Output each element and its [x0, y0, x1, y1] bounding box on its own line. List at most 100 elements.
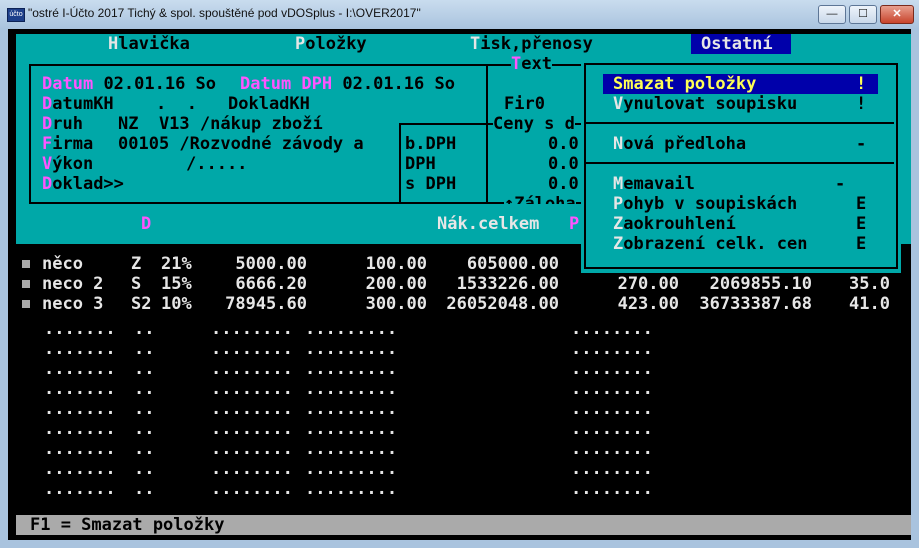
- empty-cell: ........: [211, 379, 293, 399]
- menu-hlavicka[interactable]: Hlavička: [108, 34, 190, 54]
- col-nak-cena[interactable]: Nák.Cena: [327, 214, 409, 234]
- empty-cell: ........: [211, 479, 293, 499]
- empty-cell: .........: [305, 479, 398, 499]
- row-code: S: [131, 274, 142, 294]
- empty-cell: ..: [134, 319, 155, 339]
- maximize-button[interactable]: ☐: [849, 5, 877, 24]
- row-c8: 2069855.10: [709, 274, 812, 294]
- doklad-kh-field[interactable]: DokladKH: [228, 94, 310, 114]
- row-c8: 36733387.68: [699, 294, 812, 314]
- window-frame-right: [911, 29, 919, 548]
- druh-value[interactable]: NZ V13 /nákup zboží: [118, 114, 323, 134]
- row-code: S2: [131, 294, 152, 314]
- dph-value: 0.0: [548, 154, 579, 174]
- row-total: 1533226.00: [456, 274, 559, 294]
- menu-item-zobrazeni-celk-cen[interactable]: Zobrazení celk. cen: [613, 234, 807, 254]
- menu-item-flag: E: [856, 214, 867, 234]
- window-title: "ostré I-Účto 2017 Tichý & spol. spouště…: [28, 6, 421, 20]
- col-mnozstvi[interactable]: Množství: [207, 214, 289, 234]
- datum-kh-field[interactable]: DatumKH: [42, 94, 114, 114]
- empty-cell: ........: [211, 339, 293, 359]
- druh-field[interactable]: Druh: [42, 114, 83, 134]
- col-nak-celkem[interactable]: Nák.celkem: [437, 214, 539, 234]
- empty-cell: .........: [305, 439, 398, 459]
- row-name: neco 3: [42, 294, 104, 314]
- empty-cell: ........: [571, 399, 653, 419]
- app-icon: účto: [7, 8, 25, 22]
- menu-item-flag: -: [856, 134, 867, 154]
- window-frame-left: [0, 29, 8, 548]
- row-name: neco 2: [42, 274, 104, 294]
- datum-dph-field[interactable]: Datum DPH 02.01.16 So: [240, 74, 455, 94]
- empty-cell: .......: [44, 419, 116, 439]
- empty-cell: .......: [44, 459, 116, 479]
- empty-cell: ..: [134, 359, 155, 379]
- col-popis[interactable]: Popis>>>: [42, 214, 124, 234]
- vykon-value[interactable]: /.....: [186, 154, 247, 174]
- row-bullet-icon: [22, 280, 30, 288]
- empty-cell: ..: [134, 419, 155, 439]
- row-name: něco: [42, 254, 83, 274]
- empty-cell: .......: [44, 479, 116, 499]
- menu-item-pohyb-v-soupiskach[interactable]: Pohyb v soupiskách: [613, 194, 797, 214]
- empty-cell: ..: [134, 379, 155, 399]
- empty-cell: ........: [211, 399, 293, 419]
- row-c7: 423.00: [617, 294, 679, 314]
- window-titlebar[interactable]: účto "ostré I-Účto 2017 Tichý & spol. sp…: [0, 0, 919, 29]
- menu-item-flag: !: [856, 94, 867, 114]
- menu-tisk[interactable]: Tisk,přenosy: [470, 34, 593, 54]
- empty-cell: ..: [134, 439, 155, 459]
- row-c7: 270.00: [617, 274, 679, 294]
- empty-cell: .........: [305, 399, 398, 419]
- close-button[interactable]: ✕: [880, 5, 914, 24]
- sdph-value: 0.0: [548, 174, 579, 194]
- empty-cell: .......: [44, 319, 116, 339]
- menu-item-zaokrouhleni[interactable]: Zaokrouhlení: [613, 214, 736, 234]
- empty-cell: ........: [571, 439, 653, 459]
- col-p[interactable]: P: [569, 214, 579, 234]
- header-bullet-icon: [22, 221, 30, 229]
- menu-polozky[interactable]: Položky: [295, 34, 367, 54]
- menu-item-flag: E: [856, 194, 867, 214]
- empty-cell: .......: [44, 339, 116, 359]
- empty-cell: ..: [134, 479, 155, 499]
- row-price: 100.00: [365, 254, 427, 274]
- menu-item-nova-predloha[interactable]: Nová předloha: [613, 134, 746, 154]
- doklad-field[interactable]: Doklad>>: [42, 174, 124, 194]
- menu-item-flag: !: [856, 74, 867, 94]
- row-qty: 6666.20: [235, 274, 307, 294]
- vykon-field[interactable]: Výkon: [42, 154, 93, 174]
- menu-item-flag: -: [835, 174, 846, 194]
- empty-cell: ........: [211, 359, 293, 379]
- firma-field[interactable]: Firma: [42, 134, 93, 154]
- empty-cell: .........: [305, 379, 398, 399]
- fir-label: Fir0: [504, 94, 545, 114]
- datum-field[interactable]: Datum 02.01.16 So: [42, 74, 216, 94]
- empty-cell: ........: [571, 319, 653, 339]
- menu-ostatni[interactable]: Ostatní: [701, 34, 773, 54]
- datum-kh-value[interactable]: . .: [156, 94, 197, 114]
- empty-cell: .........: [305, 459, 398, 479]
- menu-item-memavail[interactable]: Memavail: [613, 174, 695, 194]
- empty-cell: .......: [44, 399, 116, 419]
- empty-cell: ........: [211, 439, 293, 459]
- firma-value[interactable]: 00105 /Rozvodné závody a: [118, 134, 364, 154]
- empty-cell: .......: [44, 359, 116, 379]
- row-bullet-icon: [22, 300, 30, 308]
- empty-cell: ........: [571, 459, 653, 479]
- sdph-label: s DPH: [405, 174, 457, 194]
- empty-cell: ..: [134, 459, 155, 479]
- empty-cell: ..: [134, 399, 155, 419]
- row-total: 605000.00: [466, 254, 559, 274]
- ceny-label: Ceny s d: [493, 114, 575, 134]
- empty-cell: ........: [571, 419, 653, 439]
- menu-item-flag: E: [856, 234, 867, 254]
- minimize-button[interactable]: —: [818, 5, 846, 24]
- menu-item-smazat-polozky[interactable]: Smazat položky: [613, 74, 756, 94]
- text-label[interactable]: Text: [511, 54, 552, 74]
- dos-screen: Hlavička Položky Tisk,přenosy Ostatní Te…: [8, 29, 911, 540]
- row-rate: 15%: [161, 274, 192, 294]
- dropdown-separator: [584, 122, 894, 124]
- col-dph[interactable]: DPH: [141, 214, 172, 234]
- menu-item-vynulovat-soupisku[interactable]: Vynulovat soupisku: [613, 94, 797, 114]
